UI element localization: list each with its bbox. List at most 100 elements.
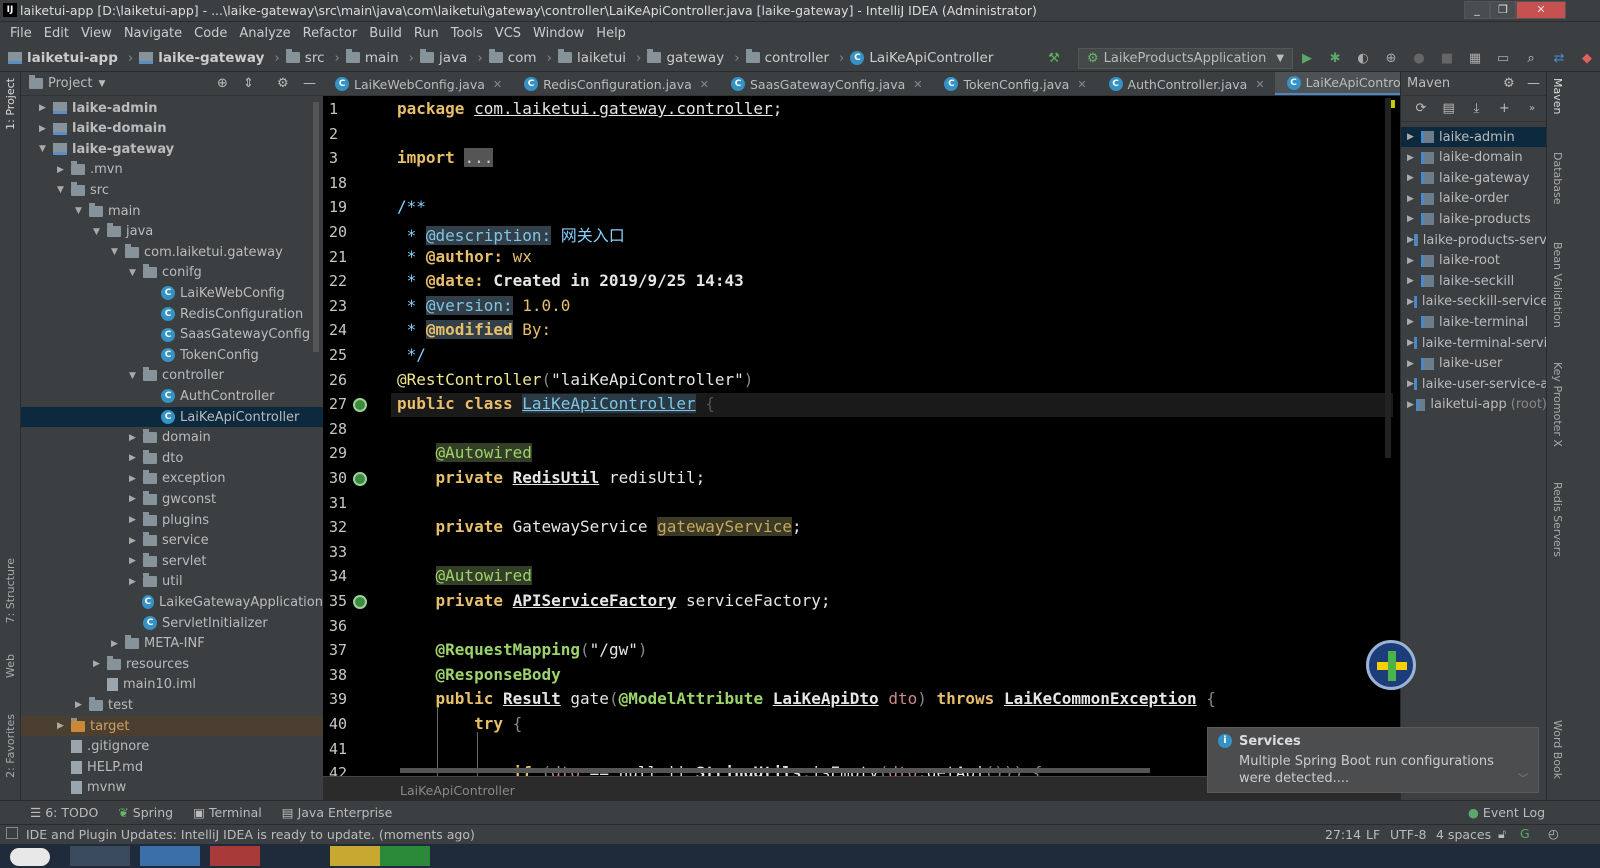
editor-tab[interactable]: CLaiKeApiController.java✕ <box>1274 72 1400 95</box>
code-line[interactable]: * @date: Created in 2019/9/25 14:43 <box>397 271 744 290</box>
chevron-right-icon[interactable]: ▶ <box>1407 338 1414 348</box>
chevron-right-icon[interactable]: ▶ <box>1407 276 1421 286</box>
menu-item-window[interactable]: Window <box>533 26 584 41</box>
chevron-right-icon[interactable]: ▶ <box>129 577 143 587</box>
maven-project-item[interactable]: ▶ laiketui-app (root) <box>1401 395 1547 415</box>
chevron-right-icon[interactable]: ▶ <box>129 433 143 443</box>
chevron-right-icon[interactable]: ▶ <box>129 494 143 504</box>
chevron-right-icon[interactable]: ▶ <box>1407 173 1421 183</box>
breadcrumb-item[interactable]: laiketui-app <box>8 50 118 66</box>
maven-tool-tab[interactable]: Maven <box>1551 78 1564 114</box>
stop-icon[interactable]: ■ <box>1439 51 1455 67</box>
tree-item[interactable]: ▼ conifg <box>21 263 323 283</box>
chevron-right-icon[interactable]: ▶ <box>129 536 143 546</box>
chevron-right-icon[interactable]: ▶ <box>1407 359 1421 369</box>
project-panel-title[interactable]: Project <box>48 76 92 91</box>
tree-item[interactable]: main10.iml <box>21 675 323 695</box>
tree-item[interactable]: ▶ gwconst <box>21 489 323 509</box>
chevron-right-icon[interactable]: ▶ <box>93 659 107 669</box>
line-separator[interactable]: LF <box>1366 827 1380 842</box>
close-icon[interactable]: ✕ <box>1255 78 1264 91</box>
maven-project-item[interactable]: ▶ laike-order <box>1401 189 1547 209</box>
spring-bean-gutter-icon[interactable] <box>353 398 367 413</box>
tree-item[interactable]: C RedisConfiguration <box>21 304 323 324</box>
tree-item[interactable]: C ServletInitializer <box>21 613 323 633</box>
tree-item[interactable]: ▶ dto <box>21 448 323 468</box>
chevron-right-icon[interactable]: ▶ <box>1407 132 1421 142</box>
locate-icon[interactable]: ⊕ <box>217 76 228 91</box>
project-tool-tab[interactable]: 1: Project <box>4 78 17 130</box>
word-book-tool-tab[interactable]: Word Book <box>1551 720 1564 779</box>
code-line[interactable]: try { <box>397 714 522 733</box>
horizontal-scrollbar[interactable] <box>400 768 1150 773</box>
menu-item-refactor[interactable]: Refactor <box>303 26 358 41</box>
menu-item-navigate[interactable]: Navigate <box>124 26 182 41</box>
chevron-down-icon[interactable]: ▼ <box>111 247 125 257</box>
maven-project-item[interactable]: ▶ laike-admin <box>1401 127 1547 147</box>
minimize-button[interactable]: _ <box>1464 1 1490 19</box>
breadcrumb-item[interactable]: › java <box>403 49 467 66</box>
refresh-icon[interactable]: ⟳ <box>1413 101 1429 117</box>
event-log-button[interactable]: ● Event Log <box>1468 805 1545 820</box>
chevron-right-icon[interactable]: ▶ <box>1407 379 1414 389</box>
hide-icon[interactable]: — <box>1527 76 1540 91</box>
code-line[interactable]: private RedisUtil redisUtil; <box>397 468 706 487</box>
more-icon[interactable]: » <box>1524 101 1540 117</box>
tree-item[interactable]: HELP.md <box>21 757 323 777</box>
code-line[interactable]: private GatewayService gatewayService; <box>397 517 802 537</box>
tree-item[interactable]: ▼ main <box>21 201 323 221</box>
indent-setting[interactable]: 4 spaces <box>1436 827 1491 842</box>
database-tool-tab[interactable]: Database <box>1551 152 1564 205</box>
menu-item-code[interactable]: Code <box>194 26 227 41</box>
web-tool-tab[interactable]: Web <box>4 654 17 678</box>
tree-item[interactable]: C LaikeGatewayApplication <box>21 592 323 612</box>
tree-item[interactable]: ▼ com.laiketui.gateway <box>21 242 323 262</box>
tree-item[interactable]: ▶ service <box>21 531 323 551</box>
tree-item[interactable]: C LaiKeApiController <box>21 407 323 427</box>
code-line[interactable]: * @author: wx <box>397 247 532 266</box>
gear-icon[interactable]: ⚙ <box>1503 76 1515 91</box>
structure-tool-tab[interactable]: 7: Structure <box>4 558 17 623</box>
close-icon[interactable]: ✕ <box>1077 78 1086 91</box>
add-icon[interactable]: + <box>1496 101 1512 117</box>
editor-scrollbar[interactable] <box>1385 98 1391 458</box>
code-line[interactable]: public Result gate(@ModelAttribute LaiKe… <box>397 689 1216 708</box>
code-line[interactable]: private APIServiceFactory serviceFactory… <box>397 591 831 610</box>
breadcrumb-item[interactable]: › laike-gateway <box>122 50 265 66</box>
chevron-right-icon[interactable]: ▶ <box>57 721 71 731</box>
close-icon[interactable]: ✕ <box>700 78 709 91</box>
chevron-right-icon[interactable]: ▶ <box>39 103 53 113</box>
translate-icon[interactable]: ⇄ <box>1551 51 1567 67</box>
chevron-right-icon[interactable]: ▶ <box>1407 153 1421 163</box>
code-line[interactable]: @RequestMapping("/gw") <box>397 640 648 659</box>
tree-item[interactable]: ▶ util <box>21 572 323 592</box>
gear-icon[interactable]: ⚙ <box>277 76 289 91</box>
tree-item[interactable]: ▼ src <box>21 180 323 200</box>
breadcrumb-item[interactable]: › main <box>329 49 399 66</box>
plugin-icon[interactable]: ◆ <box>1579 51 1595 67</box>
chevron-right-icon[interactable]: ▶ <box>1407 400 1416 410</box>
floating-app-logo-icon[interactable] <box>1366 640 1416 690</box>
debug-icon[interactable]: ✱ <box>1327 51 1343 67</box>
tree-item[interactable]: ▶ laike-domain <box>21 119 323 139</box>
close-icon[interactable]: ✕ <box>493 78 502 91</box>
status-message[interactable]: IDE and Plugin Updates: IntelliJ IDEA is… <box>26 827 475 842</box>
search-icon[interactable]: ⌕ <box>1523 51 1539 67</box>
run-icon[interactable]: ▶ <box>1299 51 1315 67</box>
chevron-right-icon[interactable]: ▶ <box>1407 256 1421 266</box>
maven-project-item[interactable]: ▶ laike-terminal <box>1401 312 1547 332</box>
code-line[interactable]: @Autowired <box>397 443 532 463</box>
maven-project-item[interactable]: ▶ laike-products <box>1401 209 1547 229</box>
taskbar-app-icon[interactable] <box>380 846 430 866</box>
download-icon[interactable]: ⤓ <box>1469 101 1485 117</box>
key-promoter-tool-tab[interactable]: Key Promoter X <box>1551 362 1564 447</box>
chevron-down-icon[interactable]: ﹀ <box>1518 770 1528 785</box>
tree-item[interactable]: ▼ java <box>21 222 323 242</box>
spring-tool-button[interactable]: ❦ Spring <box>118 805 173 820</box>
taskbar-app-icon[interactable] <box>140 846 200 866</box>
chevron-right-icon[interactable]: ▶ <box>1407 194 1421 204</box>
tree-item[interactable]: mvnw <box>21 778 323 798</box>
code-line[interactable]: import ... <box>397 148 494 168</box>
menu-item-help[interactable]: Help <box>596 26 626 41</box>
services-notification[interactable]: i Services Multiple Spring Boot run conf… <box>1207 727 1539 793</box>
